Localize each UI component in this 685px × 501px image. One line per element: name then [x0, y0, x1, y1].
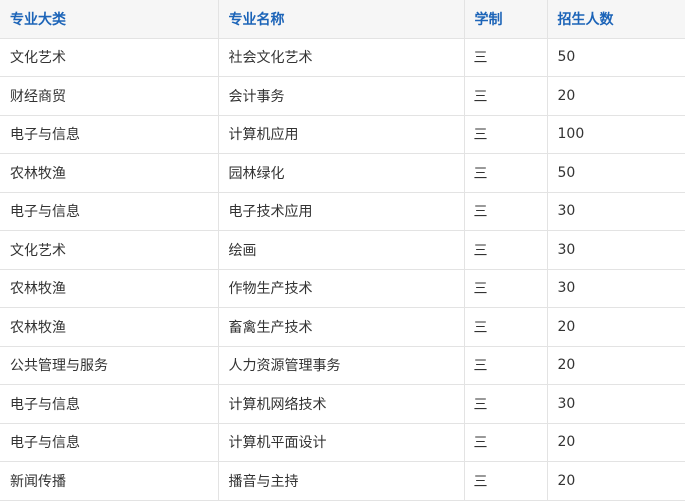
cell-enrollment: 20: [546, 345, 685, 385]
cell-enrollment: 20: [546, 461, 685, 501]
cell-duration: 三: [463, 461, 548, 501]
cell-duration: 三: [463, 307, 548, 347]
cell-major-name: 作物生产技术: [217, 268, 465, 308]
cell-enrollment: 50: [546, 153, 685, 193]
table-header: 专业大类 专业名称 学制 招生人数: [0, 0, 685, 39]
cell-duration: 三: [463, 268, 548, 308]
cell-category: 电子与信息: [0, 422, 219, 462]
cell-enrollment: 30: [546, 230, 685, 270]
cell-enrollment: 20: [546, 76, 685, 116]
cell-enrollment: 30: [546, 191, 685, 231]
cell-major-name: 园林绿化: [217, 153, 465, 193]
cell-enrollment: 20: [546, 422, 685, 462]
header-enrollment: 招生人数: [546, 0, 685, 39]
header-row: 专业大类 专业名称 学制 招生人数: [0, 0, 685, 39]
table-row: 文化艺术 社会文化艺术三 50: [0, 37, 685, 77]
cell-category: 公共管理与服务: [0, 345, 219, 385]
cell-enrollment: 30: [546, 384, 685, 424]
cell-category: 农林牧渔: [0, 153, 219, 193]
table-row: 财经商贸 会计事务三 20: [0, 76, 685, 116]
cell-category: 文化艺术: [0, 230, 219, 270]
table-row: 电子与信息 计算机平面设计三 20: [0, 422, 685, 462]
cell-category: 电子与信息: [0, 114, 219, 154]
table-row: 农林牧渔 园林绿化三 50: [0, 153, 685, 193]
cell-major-name: 计算机应用: [217, 114, 465, 154]
cell-major-name: 畜禽生产技术: [217, 307, 465, 347]
cell-enrollment: 100: [546, 114, 685, 154]
cell-duration: 三: [463, 384, 548, 424]
table-row: 电子与信息 计算机网络技术三 30: [0, 384, 685, 424]
table-body: 文化艺术 社会文化艺术三 50 财经商贸 会计事务三 20 电子与信息 计算机应用三 100 农林…: [0, 37, 685, 501]
cell-enrollment: 20: [546, 307, 685, 347]
cell-duration: 三: [463, 37, 548, 77]
cell-major-name: 会计事务: [217, 76, 465, 116]
cell-enrollment: 50: [546, 37, 685, 77]
cell-duration: 三: [463, 191, 548, 231]
cell-major-name: 社会文化艺术: [217, 37, 465, 77]
table-row: 电子与信息 计算机应用三 100: [0, 114, 685, 154]
header-major-name: 专业名称: [217, 0, 465, 39]
cell-major-name: 播音与主持: [217, 461, 465, 501]
enrollment-table: 专业大类 专业名称 学制 招生人数 文化艺术 社会文化艺术三 50 财经商贸 会计事务三…: [0, 0, 685, 501]
cell-major-name: 计算机网络技术: [217, 384, 465, 424]
cell-major-name: 电子技术应用: [217, 191, 465, 231]
cell-enrollment: 30: [546, 268, 685, 308]
table-row: 文化艺术 绘画三 30: [0, 230, 685, 270]
table-row: 农林牧渔 畜禽生产技术三 20: [0, 307, 685, 347]
cell-category: 农林牧渔: [0, 307, 219, 347]
cell-category: 财经商贸: [0, 76, 219, 116]
table-row: 电子与信息 电子技术应用三 30: [0, 191, 685, 231]
cell-duration: 三: [463, 230, 548, 270]
header-category: 专业大类: [0, 0, 219, 39]
cell-category: 电子与信息: [0, 191, 219, 231]
cell-category: 文化艺术: [0, 37, 219, 77]
cell-major-name: 人力资源管理事务: [217, 345, 465, 385]
cell-category: 新闻传播: [0, 461, 219, 501]
cell-duration: 三: [463, 76, 548, 116]
cell-duration: 三: [463, 114, 548, 154]
table-row: 新闻传播 播音与主持三 20: [0, 461, 685, 501]
header-duration: 学制: [463, 0, 548, 39]
cell-duration: 三: [463, 153, 548, 193]
cell-duration: 三: [463, 422, 548, 462]
cell-major-name: 绘画: [217, 230, 465, 270]
table-row: 公共管理与服务 人力资源管理事务三 20: [0, 345, 685, 385]
cell-duration: 三: [463, 345, 548, 385]
cell-category: 电子与信息: [0, 384, 219, 424]
cell-category: 农林牧渔: [0, 268, 219, 308]
table-row: 农林牧渔 作物生产技术三 30: [0, 268, 685, 308]
cell-major-name: 计算机平面设计: [217, 422, 465, 462]
